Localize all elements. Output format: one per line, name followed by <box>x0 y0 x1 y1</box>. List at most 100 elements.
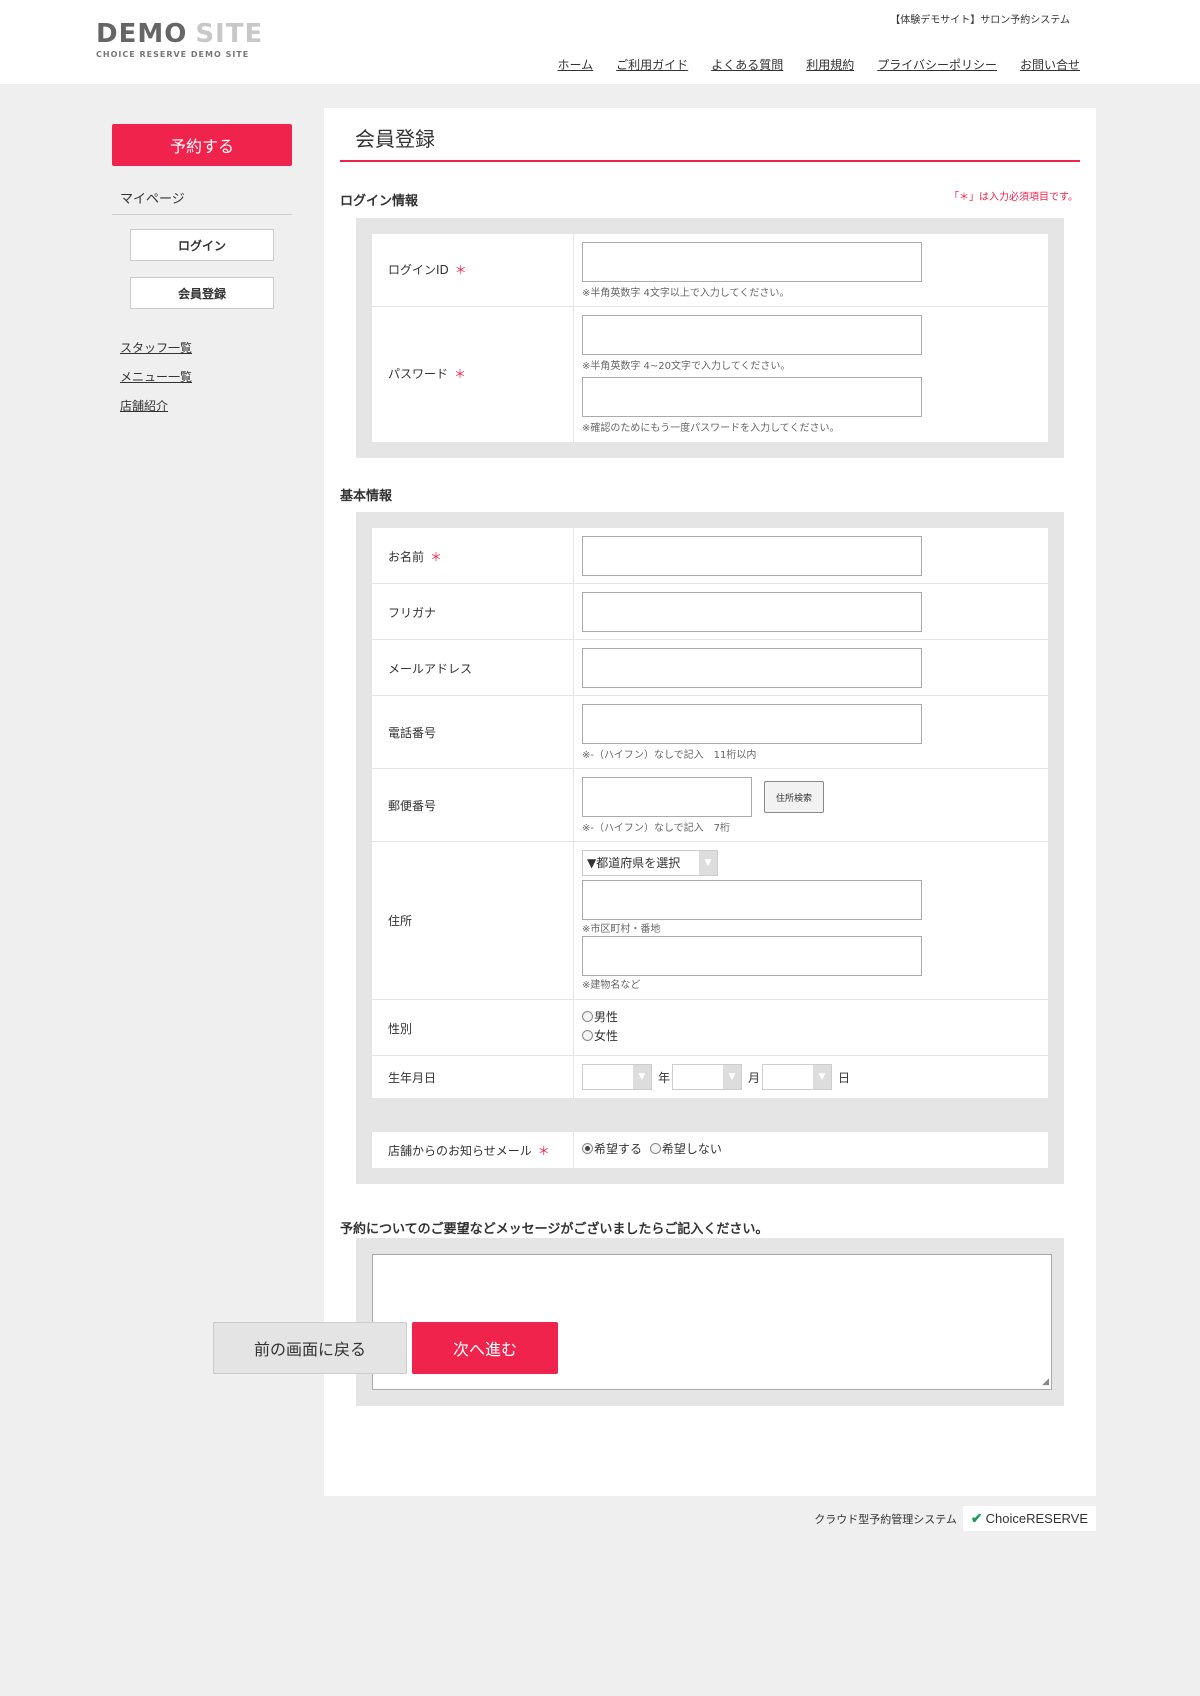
email-input[interactable] <box>582 648 922 688</box>
zip-label: 郵便番号 <box>388 799 437 813</box>
reserve-button[interactable]: 予約する <box>112 124 292 166</box>
month-unit: 月 <box>748 1071 761 1085</box>
gender-label: 性別 <box>388 1022 413 1036</box>
login-table: ログインID ＊ ※半角英数字 4文字以上で入力してください。 パスワード＊ ※半… <box>372 234 1048 442</box>
password-confirm-input[interactable] <box>582 377 922 417</box>
logo-subtitle: CHOICE RESERVE DEMO SITE <box>96 50 250 59</box>
row-gender: 性別 男性 女性 <box>372 1000 1048 1056</box>
phone-input[interactable] <box>582 704 922 744</box>
login-panel: ログインID ＊ ※半角英数字 4文字以上で入力してください。 パスワード＊ ※半… <box>356 218 1064 458</box>
login-section-title: ログイン情報 <box>340 194 419 209</box>
radio-icon[interactable] <box>582 1011 593 1022</box>
basic-section-title: 基本情報 <box>340 489 393 504</box>
newsletter-yes-option[interactable]: 希望する <box>582 1142 642 1156</box>
required-mark: ＊ <box>454 367 467 381</box>
next-button[interactable]: 次へ進む <box>412 1322 558 1374</box>
nav-home[interactable]: ホーム <box>558 56 594 73</box>
radio-icon[interactable] <box>582 1030 593 1041</box>
logo-text-b: SITE <box>195 19 264 49</box>
basic-panel: お名前＊ フリガナ メールアドレス 電話番号 ※-（ハイフン）なしで記入 11桁… <box>356 512 1064 1184</box>
site-logo[interactable]: DEMO SITE CHOICE RESERVE DEMO SITE <box>96 20 263 59</box>
logo-text-a: DEMO <box>96 19 188 49</box>
chevron-down-icon: ▼ <box>813 1065 831 1089</box>
birth-month-select[interactable]: ▼ <box>672 1064 742 1090</box>
prefecture-select[interactable]: ▼都道府県を選択 ▼ <box>582 850 718 876</box>
password-input[interactable] <box>582 315 922 355</box>
page-title: 会員登録 <box>340 124 1080 162</box>
row-newsletter: 店舗からのお知らせメール＊ 希望する 希望しない <box>372 1132 1048 1168</box>
login-id-input[interactable] <box>582 242 922 282</box>
sidebar-link-staff[interactable]: スタッフ一覧 <box>120 339 192 356</box>
newsletter-no-option[interactable]: 希望しない <box>649 1142 722 1156</box>
password-label: パスワード＊ <box>388 367 467 381</box>
chevron-down-icon: ▼ <box>699 851 717 875</box>
resize-grip-icon[interactable]: ◢ <box>1042 1377 1049 1387</box>
nav-contact[interactable]: お問い合せ <box>1020 56 1080 73</box>
required-note: 「＊」は入力必須項目です。 <box>949 192 1078 203</box>
nav-privacy[interactable]: プライバシーポリシー <box>877 56 997 73</box>
address-label: 住所 <box>388 914 413 928</box>
login-id-label: ログインID ＊ <box>388 263 467 277</box>
row-kana: フリガナ <box>372 584 1048 640</box>
radio-icon[interactable] <box>649 1143 661 1154</box>
mypage-heading: マイページ <box>112 188 292 215</box>
basic-table: お名前＊ フリガナ メールアドレス 電話番号 ※-（ハイフン）なしで記入 11桁… <box>372 528 1048 1098</box>
gender-male-option[interactable]: 男性 <box>582 1008 618 1025</box>
required-mark: ＊ <box>430 550 443 564</box>
row-login-id: ログインID ＊ ※半角英数字 4文字以上で入力してください。 <box>372 234 1048 307</box>
login-id-hint: ※半角英数字 4文字以上で入力してください。 <box>582 288 790 299</box>
day-unit: 日 <box>838 1071 851 1085</box>
newsletter-table: 店舗からのお知らせメール＊ 希望する 希望しない <box>372 1132 1048 1168</box>
newsletter-options: 希望する 希望しない <box>582 1140 722 1157</box>
footer-system-label: クラウド型予約管理システム <box>814 1512 957 1526</box>
password-confirm-hint: ※確認のためにもう一度パスワードを入力してください。 <box>582 423 840 434</box>
chevron-down-icon: ▼ <box>723 1065 741 1089</box>
sidebar-link-menu[interactable]: メニュー一覧 <box>120 368 192 385</box>
login-button[interactable]: ログイン <box>130 229 274 261</box>
nav-terms[interactable]: 利用規約 <box>806 56 854 73</box>
zip-search-button[interactable]: 住所検索 <box>764 781 824 813</box>
phone-hint: ※-（ハイフン）なしで記入 11桁以内 <box>582 750 757 761</box>
row-zip: 郵便番号 住所検索 ※-（ハイフン）なしで記入 7桁 <box>372 769 1048 842</box>
password-hint: ※半角英数字 4~20文字で入力してください。 <box>582 361 791 372</box>
name-input[interactable] <box>582 536 922 576</box>
message-section-title: 予約についてのご要望などメッセージがございましたらご記入ください。 <box>340 1222 769 1237</box>
site-header: DEMO SITE CHOICE RESERVE DEMO SITE 【体験デモサ… <box>0 0 1200 84</box>
nav-guide[interactable]: ご利用ガイド <box>616 56 688 73</box>
year-unit: 年 <box>658 1071 671 1085</box>
row-address: 住所 ▼都道府県を選択 ▼ ※市区町村・番地 ※建物名など <box>372 842 1048 1000</box>
email-label: メールアドレス <box>388 662 473 676</box>
row-birthday: 生年月日 ▼ 年 ▼ 月 ▼ 日 <box>372 1056 1048 1098</box>
chevron-down-icon: ▼ <box>633 1065 651 1089</box>
address-hint-2: ※建物名など <box>582 980 641 991</box>
gender-female-option[interactable]: 女性 <box>582 1027 618 1044</box>
zip-input[interactable] <box>582 777 752 817</box>
checkmark-icon: ✔ <box>970 1510 983 1526</box>
global-nav: ホーム ご利用ガイド よくある質問 利用規約 プライバシーポリシー お問い合せ <box>558 56 1080 73</box>
required-mark: ＊ <box>537 1144 550 1158</box>
row-name: お名前＊ <box>372 528 1048 584</box>
radio-checked-icon[interactable] <box>582 1143 593 1154</box>
birthday-label: 生年月日 <box>388 1071 437 1085</box>
row-email: メールアドレス <box>372 640 1048 696</box>
site-tagline: 【体験デモサイト】サロン予約システム <box>890 15 1070 26</box>
zip-hint: ※-（ハイフン）なしで記入 7桁 <box>582 823 731 834</box>
footer-brand: クラウド型予約管理システム ✔ ChoiceRESERVE <box>814 1506 1096 1531</box>
back-button[interactable]: 前の画面に戻る <box>213 1322 407 1374</box>
address-line2-input[interactable] <box>582 936 922 976</box>
kana-input[interactable] <box>582 592 922 632</box>
nav-faq[interactable]: よくある質問 <box>711 56 783 73</box>
birth-day-select[interactable]: ▼ <box>762 1064 832 1090</box>
kana-label: フリガナ <box>388 606 437 620</box>
newsletter-label: 店舗からのお知らせメール＊ <box>388 1144 550 1158</box>
row-password: パスワード＊ ※半角英数字 4~20文字で入力してください。 ※確認のためにもう… <box>372 307 1048 442</box>
address-hint-1: ※市区町村・番地 <box>582 924 661 935</box>
row-phone: 電話番号 ※-（ハイフン）なしで記入 11桁以内 <box>372 696 1048 769</box>
register-button[interactable]: 会員登録 <box>130 277 274 309</box>
choicereserve-logo[interactable]: ✔ ChoiceRESERVE <box>962 1506 1096 1531</box>
name-label: お名前＊ <box>388 550 443 564</box>
address-line1-input[interactable] <box>582 880 922 920</box>
birth-year-select[interactable]: ▼ <box>582 1064 652 1090</box>
required-mark: ＊ <box>454 263 467 277</box>
sidebar-link-store[interactable]: 店舗紹介 <box>120 397 168 414</box>
